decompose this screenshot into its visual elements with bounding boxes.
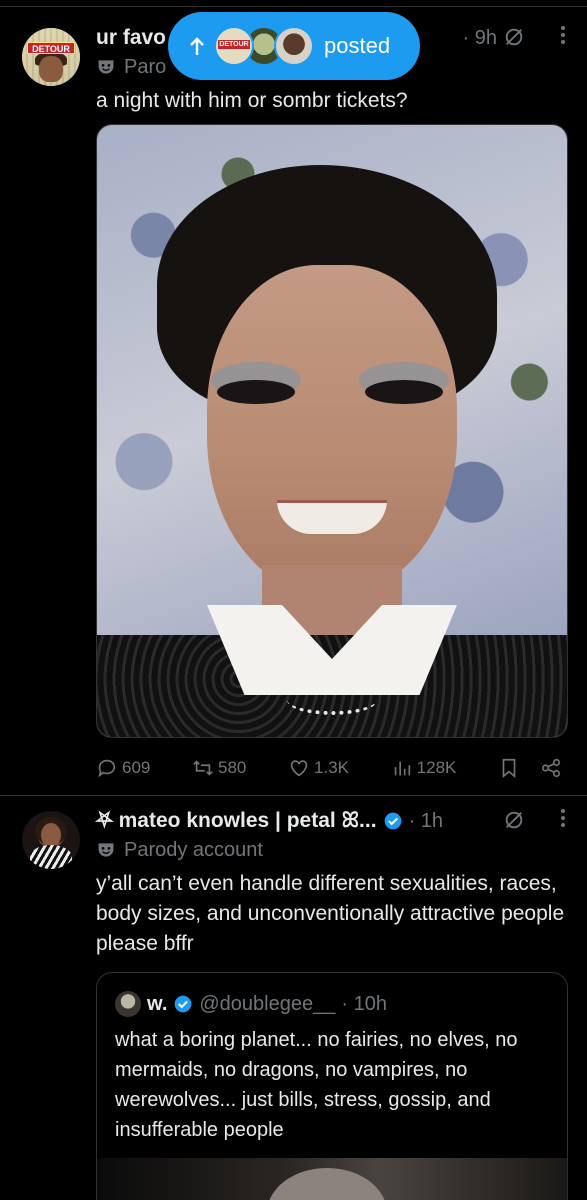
pill-avatar: DETOUR	[214, 26, 254, 66]
repost-count: 580	[218, 758, 247, 777]
repost-button[interactable]: 580	[192, 757, 246, 779]
quoted-text: what a boring planet... no fairies, no e…	[115, 1029, 518, 1141]
post-time[interactable]: · 9h	[463, 27, 497, 50]
image-mouth	[277, 500, 387, 534]
post-image[interactable]	[96, 124, 568, 738]
post-divider	[0, 795, 587, 796]
timeline: DETOUR ur favo · 9h Paro a night with hi…	[0, 0, 587, 1200]
verified-icon	[175, 995, 192, 1013]
like-count: 1.3K	[314, 758, 350, 777]
pill-avatars: DETOUR	[214, 26, 314, 66]
like-button[interactable]: 1.3K	[288, 757, 349, 779]
grok-icon[interactable]	[503, 26, 525, 48]
share-icon[interactable]	[540, 757, 562, 779]
parody-mask-icon	[98, 843, 114, 857]
post-header: ⛧ mateo knowles | petal ꕤ... · 1h	[96, 805, 567, 837]
quoted-header: w. @doublegee__ · 10h	[115, 989, 387, 1019]
repost-icon	[193, 760, 213, 776]
action-right-group	[498, 757, 562, 779]
new-posts-pill[interactable]: DETOUR posted	[168, 12, 420, 80]
parody-text: Paro	[124, 55, 167, 78]
arrow-up-icon	[190, 37, 204, 55]
top-divider	[0, 6, 587, 7]
reply-count: 609	[122, 758, 151, 777]
more-icon[interactable]	[559, 807, 567, 829]
author-name[interactable]: ur favo	[96, 26, 166, 50]
pill-avatar	[274, 26, 314, 66]
like-icon	[290, 760, 308, 777]
reply-button[interactable]: 609	[96, 757, 150, 779]
post[interactable]: DETOUR ur favo · 9h Paro a night with hi…	[0, 14, 587, 796]
parody-label: Parody account	[96, 837, 263, 863]
verified-icon	[384, 812, 401, 830]
grok-icon[interactable]	[503, 809, 525, 831]
image-face	[207, 265, 457, 595]
views-icon	[394, 761, 410, 776]
parody-text: Parody account	[124, 838, 263, 861]
image-eye	[217, 380, 295, 404]
avatar[interactable]: DETOUR	[22, 28, 80, 86]
parody-label: Paro	[96, 54, 166, 80]
post-time[interactable]: · 1h	[409, 810, 443, 833]
pill-avatar-logo: DETOUR	[218, 40, 250, 49]
quoted-image-subject	[267, 1168, 387, 1200]
post-text: a night with him or sombr tickets?	[96, 89, 408, 112]
parody-mask-icon	[98, 60, 114, 74]
quoted-handle: @doublegee__	[199, 992, 336, 1015]
quoted-author-name: w.	[147, 992, 168, 1015]
avatar-logo: DETOUR	[27, 42, 75, 54]
view-count: 128K	[416, 758, 457, 777]
avatar-face	[39, 56, 63, 82]
image-eye	[365, 380, 443, 404]
more-icon[interactable]	[559, 24, 567, 46]
post-text: y’all can’t even handle different sexual…	[96, 872, 565, 955]
bookmark-icon[interactable]	[498, 757, 520, 779]
quoted-time: · 10h	[341, 992, 387, 1015]
quoted-avatar	[115, 991, 141, 1017]
avatar-clothing	[30, 845, 72, 869]
action-bar: 609 580 1.3K 128K	[96, 754, 562, 782]
quoted-post[interactable]: w. @doublegee__ · 10h what a boring plan…	[96, 972, 568, 1200]
views-button[interactable]: 128K	[391, 757, 457, 779]
avatar[interactable]	[22, 811, 80, 869]
reply-icon	[98, 759, 116, 778]
pill-label: posted	[324, 33, 391, 58]
image-necklace	[287, 685, 377, 715]
quoted-image[interactable]	[97, 1158, 567, 1200]
avatar-face	[41, 823, 61, 847]
author-name[interactable]: ⛧ mateo knowles | petal ꕤ...	[96, 809, 377, 833]
